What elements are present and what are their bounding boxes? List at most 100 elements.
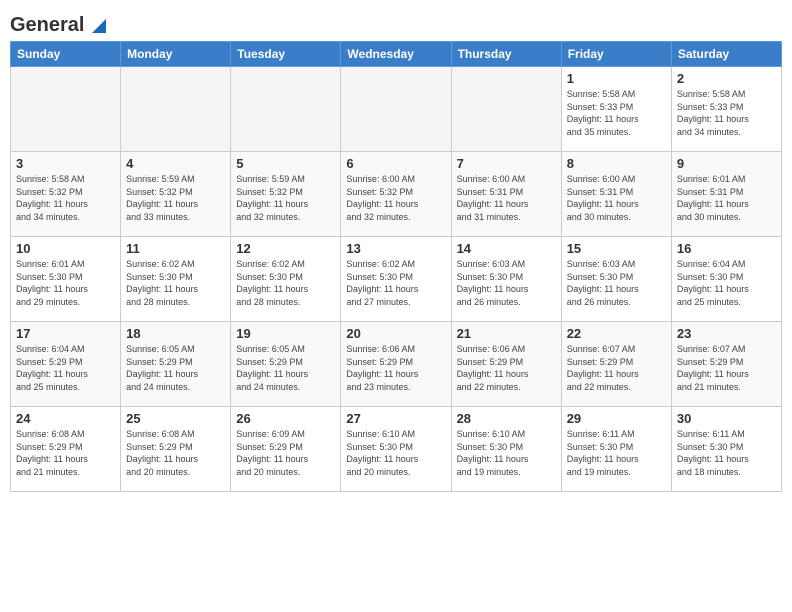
calendar-day-14: 14 Sunrise: 6:03 AM Sunset: 5:30 PM Dayli…: [451, 237, 561, 322]
day-number: 25: [126, 411, 225, 426]
calendar-day-11: 11Sunrise: 6:02 AM Sunset: 5:30 PM Dayli…: [121, 237, 231, 322]
calendar-day-19: 19 Sunrise: 6:05 AM Sunset: 5:29 PM Dayli…: [231, 322, 341, 407]
empty-cell: [341, 67, 451, 152]
day-info: Sunrise: 6:05 AM Sunset: 5:29 PM Dayligh…: [236, 343, 335, 393]
day-number: 8: [567, 156, 666, 171]
calendar-day-9: 9 Sunrise: 6:01 AM Sunset: 5:31 PM Daylig…: [671, 152, 781, 237]
calendar-day-13: 13 Sunrise: 6:02 AM Sunset: 5:30 PM Dayli…: [341, 237, 451, 322]
calendar-day-22: 22 Sunrise: 6:07 AM Sunset: 5:29 PM Dayli…: [561, 322, 671, 407]
day-number: 3: [16, 156, 115, 171]
day-info: Sunrise: 6:10 AM Sunset: 5:30 PM Dayligh…: [346, 428, 445, 478]
day-info: Sunrise: 6:09 AM Sunset: 5:29 PM Dayligh…: [236, 428, 335, 478]
calendar-day-16: 16 Sunrise: 6:04 AM Sunset: 5:30 PM Dayli…: [671, 237, 781, 322]
calendar-day-12: 12 Sunrise: 6:02 AM Sunset: 5:30 PM Dayli…: [231, 237, 341, 322]
day-number: 4: [126, 156, 225, 171]
day-info: Sunrise: 6:08 AM Sunset: 5:29 PM Dayligh…: [126, 428, 225, 478]
day-number: 23: [677, 326, 776, 341]
day-info: Sunrise: 6:06 AM Sunset: 5:29 PM Dayligh…: [457, 343, 556, 393]
day-number: 20: [346, 326, 445, 341]
day-info: Sunrise: 6:04 AM Sunset: 5:29 PM Dayligh…: [16, 343, 115, 393]
weekday-header-thursday: Thursday: [451, 42, 561, 67]
calendar-day-5: 5 Sunrise: 5:59 AM Sunset: 5:32 PM Daylig…: [231, 152, 341, 237]
day-info: Sunrise: 6:11 AM Sunset: 5:30 PM Dayligh…: [567, 428, 666, 478]
day-info: Sunrise: 6:08 AM Sunset: 5:29 PM Dayligh…: [16, 428, 115, 478]
day-info: Sunrise: 6:00 AM Sunset: 5:32 PM Dayligh…: [346, 173, 445, 223]
day-info: Sunrise: 5:59 AM Sunset: 5:32 PM Dayligh…: [126, 173, 225, 223]
day-number: 9: [677, 156, 776, 171]
day-info: Sunrise: 5:59 AM Sunset: 5:32 PM Dayligh…: [236, 173, 335, 223]
day-info: Sunrise: 6:03 AM Sunset: 5:30 PM Dayligh…: [567, 258, 666, 308]
day-number: 19: [236, 326, 335, 341]
calendar-day-23: 23 Sunrise: 6:07 AM Sunset: 5:29 PM Dayli…: [671, 322, 781, 407]
header: General: [10, 10, 782, 33]
day-info: Sunrise: 6:00 AM Sunset: 5:31 PM Dayligh…: [567, 173, 666, 223]
day-number: 15: [567, 241, 666, 256]
day-number: 27: [346, 411, 445, 426]
calendar-day-26: 26 Sunrise: 6:09 AM Sunset: 5:29 PM Dayli…: [231, 407, 341, 492]
day-info: Sunrise: 5:58 AM Sunset: 5:33 PM Dayligh…: [567, 88, 666, 138]
day-number: 18: [126, 326, 225, 341]
day-number: 17: [16, 326, 115, 341]
day-number: 26: [236, 411, 335, 426]
calendar-day-28: 28Sunrise: 6:10 AM Sunset: 5:30 PM Dayli…: [451, 407, 561, 492]
day-number: 2: [677, 71, 776, 86]
day-number: 21: [457, 326, 556, 341]
day-number: 1: [567, 71, 666, 86]
calendar-day-4: 4 Sunrise: 5:59 AM Sunset: 5:32 PM Daylig…: [121, 152, 231, 237]
calendar-day-7: 7 Sunrise: 6:00 AM Sunset: 5:31 PM Daylig…: [451, 152, 561, 237]
calendar-week-row-1: 1 Sunrise: 5:58 AM Sunset: 5:33 PM Daylig…: [11, 67, 782, 152]
day-number: 7: [457, 156, 556, 171]
calendar-week-row-4: 17 Sunrise: 6:04 AM Sunset: 5:29 PM Dayli…: [11, 322, 782, 407]
logo-icon: [88, 15, 110, 37]
page: General SundayMondayTuesdayWednesdayThur…: [0, 0, 792, 612]
day-number: 5: [236, 156, 335, 171]
calendar-week-row-3: 10Sunrise: 6:01 AM Sunset: 5:30 PM Dayli…: [11, 237, 782, 322]
day-number: 29: [567, 411, 666, 426]
calendar-header-row: SundayMondayTuesdayWednesdayThursdayFrid…: [11, 42, 782, 67]
calendar-day-15: 15 Sunrise: 6:03 AM Sunset: 5:30 PM Dayli…: [561, 237, 671, 322]
empty-cell: [451, 67, 561, 152]
calendar-table: SundayMondayTuesdayWednesdayThursdayFrid…: [10, 41, 782, 492]
day-number: 6: [346, 156, 445, 171]
day-info: Sunrise: 6:00 AM Sunset: 5:31 PM Dayligh…: [457, 173, 556, 223]
day-info: Sunrise: 6:01 AM Sunset: 5:31 PM Dayligh…: [677, 173, 776, 223]
calendar-week-row-5: 24 Sunrise: 6:08 AM Sunset: 5:29 PM Dayli…: [11, 407, 782, 492]
empty-cell: [231, 67, 341, 152]
logo: General: [10, 10, 110, 33]
day-number: 13: [346, 241, 445, 256]
day-number: 22: [567, 326, 666, 341]
calendar-day-10: 10Sunrise: 6:01 AM Sunset: 5:30 PM Dayli…: [11, 237, 121, 322]
weekday-header-monday: Monday: [121, 42, 231, 67]
weekday-header-wednesday: Wednesday: [341, 42, 451, 67]
calendar-week-row-2: 3 Sunrise: 5:58 AM Sunset: 5:32 PM Daylig…: [11, 152, 782, 237]
calendar-day-21: 21 Sunrise: 6:06 AM Sunset: 5:29 PM Dayli…: [451, 322, 561, 407]
day-info: Sunrise: 5:58 AM Sunset: 5:33 PM Dayligh…: [677, 88, 776, 138]
day-info: Sunrise: 6:07 AM Sunset: 5:29 PM Dayligh…: [677, 343, 776, 393]
day-info: Sunrise: 6:04 AM Sunset: 5:30 PM Dayligh…: [677, 258, 776, 308]
weekday-header-sunday: Sunday: [11, 42, 121, 67]
calendar-day-27: 27 Sunrise: 6:10 AM Sunset: 5:30 PM Dayli…: [341, 407, 451, 492]
calendar-day-1: 1 Sunrise: 5:58 AM Sunset: 5:33 PM Daylig…: [561, 67, 671, 152]
day-number: 14: [457, 241, 556, 256]
day-info: Sunrise: 6:01 AM Sunset: 5:30 PM Dayligh…: [16, 258, 115, 308]
day-info: Sunrise: 6:02 AM Sunset: 5:30 PM Dayligh…: [126, 258, 225, 308]
day-number: 16: [677, 241, 776, 256]
calendar-day-18: 18 Sunrise: 6:05 AM Sunset: 5:29 PM Dayli…: [121, 322, 231, 407]
day-number: 24: [16, 411, 115, 426]
weekday-header-friday: Friday: [561, 42, 671, 67]
day-info: Sunrise: 6:07 AM Sunset: 5:29 PM Dayligh…: [567, 343, 666, 393]
day-info: Sunrise: 6:03 AM Sunset: 5:30 PM Dayligh…: [457, 258, 556, 308]
weekday-header-saturday: Saturday: [671, 42, 781, 67]
day-number: 30: [677, 411, 776, 426]
day-info: Sunrise: 6:02 AM Sunset: 5:30 PM Dayligh…: [236, 258, 335, 308]
calendar-day-29: 29 Sunrise: 6:11 AM Sunset: 5:30 PM Dayli…: [561, 407, 671, 492]
empty-cell: [11, 67, 121, 152]
calendar-day-17: 17 Sunrise: 6:04 AM Sunset: 5:29 PM Dayli…: [11, 322, 121, 407]
day-info: Sunrise: 5:58 AM Sunset: 5:32 PM Dayligh…: [16, 173, 115, 223]
calendar-day-2: 2 Sunrise: 5:58 AM Sunset: 5:33 PM Daylig…: [671, 67, 781, 152]
calendar-day-6: 6 Sunrise: 6:00 AM Sunset: 5:32 PM Daylig…: [341, 152, 451, 237]
day-info: Sunrise: 6:05 AM Sunset: 5:29 PM Dayligh…: [126, 343, 225, 393]
day-info: Sunrise: 6:02 AM Sunset: 5:30 PM Dayligh…: [346, 258, 445, 308]
day-number: 28: [457, 411, 556, 426]
day-number: 12: [236, 241, 335, 256]
